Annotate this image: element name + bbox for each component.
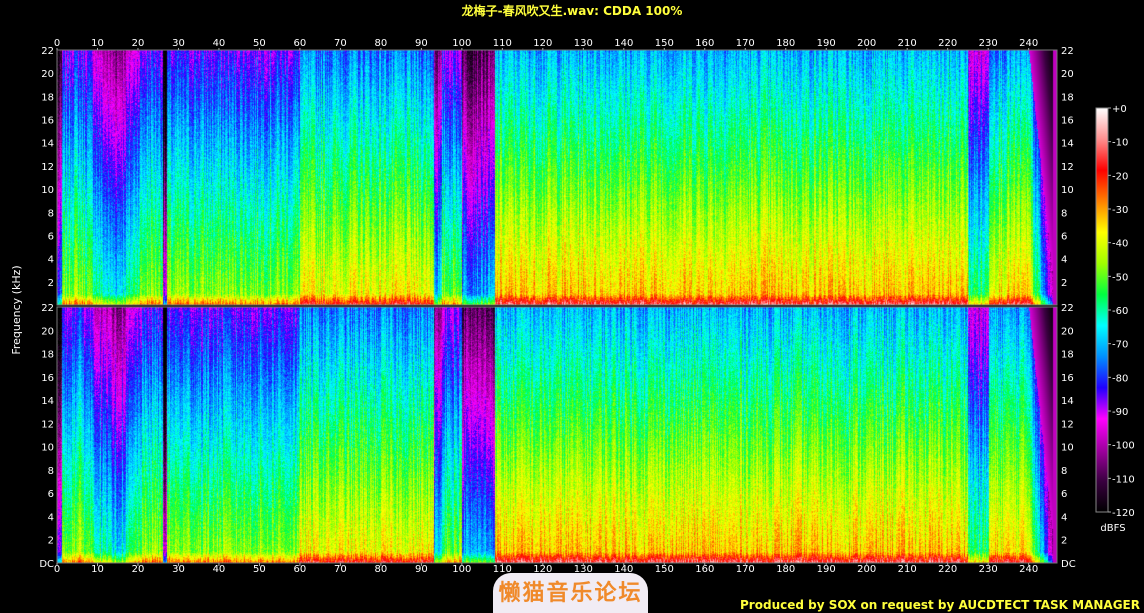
y-tick-left-ch1-2: 2 — [48, 278, 54, 289]
x-tick-top-180: 180 — [776, 38, 795, 49]
colorbar-tick-12: -120 — [1112, 508, 1135, 519]
x-tick-top-190: 190 — [817, 38, 836, 49]
y-axis-label: Frequency (kHz) — [10, 265, 23, 354]
y-tick-left-ch2-22: 22 — [41, 303, 54, 314]
x-tick-top-20: 20 — [132, 38, 145, 49]
y-tick-right-ch2-18: 18 — [1061, 350, 1074, 361]
y-tick-right-ch2-6: 6 — [1061, 489, 1067, 500]
colorbar-tick-7: -70 — [1112, 340, 1128, 351]
x-tick-top-0: 0 — [54, 38, 60, 49]
x-tick-top-240: 240 — [1019, 38, 1038, 49]
y-tick-left-ch2-16: 16 — [41, 373, 54, 384]
y-tick-left-ch2-10: 10 — [41, 443, 54, 454]
x-tick-top-30: 30 — [172, 38, 185, 49]
x-tick-top-40: 40 — [213, 38, 226, 49]
y-tick-left-ch1-4: 4 — [48, 255, 54, 266]
x-tick-top-60: 60 — [294, 38, 307, 49]
colorbar-tick-10: -100 — [1112, 441, 1135, 452]
spectrogram-chart: 0010102020303040405050606070708080909010… — [10, 38, 1135, 575]
y-tick-left-ch2-18: 18 — [41, 350, 54, 361]
y-tick-right-ch1-4: 4 — [1061, 255, 1067, 266]
x-tick-top-70: 70 — [334, 38, 347, 49]
x-tick-top-170: 170 — [736, 38, 755, 49]
y-tick-left-ch2-12: 12 — [41, 419, 54, 430]
colorbar-tick-4: -40 — [1112, 239, 1128, 250]
y-tick-right-ch1-20: 20 — [1061, 69, 1074, 80]
y-tick-right-ch2-20: 20 — [1061, 326, 1074, 337]
y-tick-right-ch2-4: 4 — [1061, 512, 1067, 523]
y-tick-right-ch1-12: 12 — [1061, 162, 1074, 173]
x-tick-top-150: 150 — [655, 38, 674, 49]
colorbar-tick-8: -80 — [1112, 373, 1128, 384]
y-tick-left-ch1-16: 16 — [41, 116, 54, 127]
x-tick-top-50: 50 — [253, 38, 266, 49]
y-tick-left-ch2-14: 14 — [41, 396, 54, 407]
x-tick-top-220: 220 — [938, 38, 957, 49]
x-tick-top-210: 210 — [898, 38, 917, 49]
x-tick-top-90: 90 — [415, 38, 428, 49]
x-tick-top-80: 80 — [375, 38, 388, 49]
y-tick-right-ch1-16: 16 — [1061, 116, 1074, 127]
y-tick-right-ch2-22: 22 — [1061, 303, 1074, 314]
y-tick-right-ch1-8: 8 — [1061, 208, 1067, 219]
footer-credit: Produced by SOX on request by AUCDTECT T… — [740, 598, 1140, 612]
x-tick-top-120: 120 — [533, 38, 552, 49]
y-tick-left-ch1-18: 18 — [41, 92, 54, 103]
x-tick-top-110: 110 — [493, 38, 512, 49]
y-tick-left-ch2-DC: DC — [39, 559, 54, 570]
colorbar-tick-2: -20 — [1112, 171, 1128, 182]
y-tick-left-ch1-14: 14 — [41, 139, 54, 150]
forum-watermark-logo: 懒猫音乐论坛 — [493, 573, 648, 613]
colorbar-tick-5: -50 — [1112, 272, 1128, 283]
y-tick-right-ch2-16: 16 — [1061, 373, 1074, 384]
y-tick-right-ch2-2: 2 — [1061, 536, 1067, 547]
y-tick-right-ch2-14: 14 — [1061, 396, 1074, 407]
y-tick-right-ch1-22: 22 — [1061, 46, 1074, 57]
x-tick-top-130: 130 — [574, 38, 593, 49]
y-tick-left-ch2-6: 6 — [48, 489, 54, 500]
spectrogram-channel-2 — [56, 306, 1058, 564]
y-tick-left-ch2-8: 8 — [48, 466, 54, 477]
y-tick-right-ch1-6: 6 — [1061, 231, 1067, 242]
y-tick-left-ch1-6: 6 — [48, 231, 54, 242]
y-tick-right-ch2-12: 12 — [1061, 419, 1074, 430]
x-tick-top-140: 140 — [614, 38, 633, 49]
x-tick-top-230: 230 — [979, 38, 998, 49]
y-tick-left-ch1-12: 12 — [41, 162, 54, 173]
y-tick-left-ch2-4: 4 — [48, 512, 54, 523]
x-tick-top-10: 10 — [91, 38, 104, 49]
x-tick-top-160: 160 — [695, 38, 714, 49]
colorbar-tick-1: -10 — [1112, 138, 1128, 149]
y-tick-left-ch1-8: 8 — [48, 208, 54, 219]
spectrogram-channel-1 — [56, 49, 1058, 306]
colorbar — [1096, 108, 1108, 512]
y-tick-left-ch1-10: 10 — [41, 185, 54, 196]
y-tick-left-ch1-20: 20 — [41, 69, 54, 80]
x-tick-top-200: 200 — [857, 38, 876, 49]
colorbar-tick-6: -60 — [1112, 306, 1128, 317]
colorbar-tick-11: -110 — [1112, 474, 1135, 485]
colorbar-tick-3: -30 — [1112, 205, 1128, 216]
colorbar-tick-0: +0 — [1112, 104, 1127, 115]
y-tick-right-ch2-8: 8 — [1061, 466, 1067, 477]
y-tick-right-ch2-10: 10 — [1061, 443, 1074, 454]
y-tick-right-ch1-2: 2 — [1061, 278, 1067, 289]
y-tick-right-ch1-10: 10 — [1061, 185, 1074, 196]
colorbar-label: dBFS — [1100, 523, 1125, 534]
y-tick-right-ch1-18: 18 — [1061, 92, 1074, 103]
colorbar-tick-9: -90 — [1112, 407, 1128, 418]
y-tick-right-ch1-14: 14 — [1061, 139, 1074, 150]
y-tick-left-ch1-22: 22 — [41, 46, 54, 57]
x-tick-top-100: 100 — [452, 38, 471, 49]
y-tick-left-ch2-20: 20 — [41, 326, 54, 337]
y-tick-right-ch2-DC: DC — [1061, 559, 1076, 570]
y-tick-left-ch2-2: 2 — [48, 536, 54, 547]
